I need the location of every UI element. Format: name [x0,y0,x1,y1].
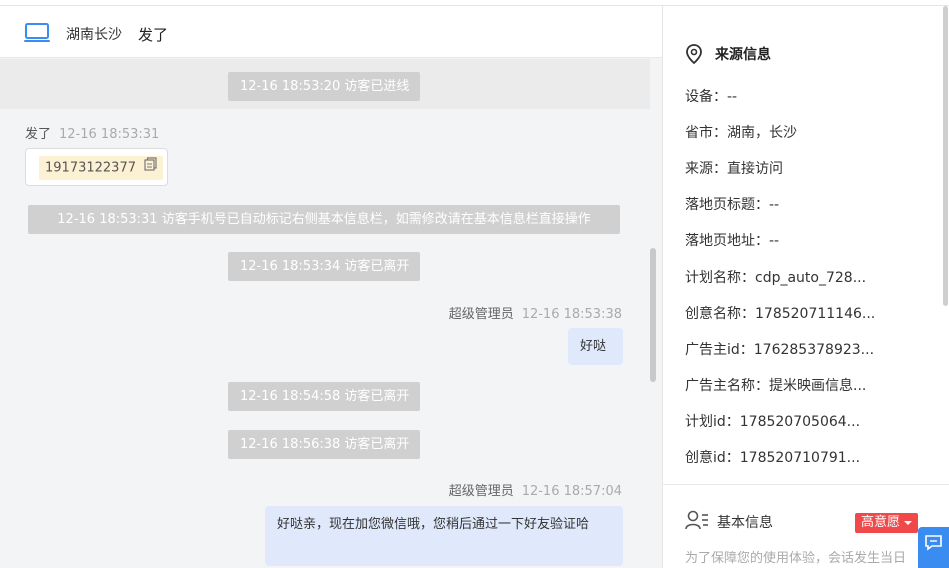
phone-number-chip[interactable]: 19173122377 [39,156,164,180]
basic-info-title: 基本信息 [717,515,773,531]
info-row-city: 省市：湖南，长沙 [685,125,797,141]
info-row-landing-url: 落地页地址：-- [685,233,780,249]
source-info-title: 来源信息 [715,47,771,63]
user-icon [685,510,709,534]
system-message: 12-16 18:53:20 访客已进线 [228,72,420,101]
agent-message-header: 超级管理员 12-16 18:57:04 [449,480,622,499]
info-row-plan-id: 计划id：178520705064... [685,414,861,430]
intent-level-dropdown[interactable]: 高意愿 [855,513,919,533]
info-scrollbar[interactable] [943,6,948,306]
info-row-plan-name: 计划名称：cdp_auto_728... [685,270,867,286]
message-time: 12-16 18:53:38 [521,307,622,322]
basic-info-header: 基本信息 [685,510,773,534]
phone-message-card: 19173122377 [25,148,168,186]
source-info-header: 来源信息 [685,44,771,65]
agent-sender-name: 超级管理员 [448,484,514,499]
visitor-location: 湖南长沙 [66,27,122,43]
info-row-advertiser-id: 广告主id：176285378923... [685,342,875,358]
message-time: 12-16 18:53:31 [59,127,160,142]
agent-message-bubble: 好哒亲，现在加您微信哦，您稍后通过一下好友验证哈 [265,506,623,566]
system-message: 12-16 18:54:58 访客已离开 [228,382,420,411]
laptop-icon [24,23,50,47]
info-row-creative-id: 创意id：178520710791... [685,450,861,466]
agent-message-header: 超级管理员 12-16 18:53:38 [449,303,622,322]
message-icon [925,535,942,555]
chat-float-button[interactable] [918,527,949,568]
info-row-source: 来源：直接访问 [685,161,783,177]
chat-panel: 湖南长沙 发了 12-16 18:53:20 访客已进线 发了 12-16 18:… [0,6,662,568]
message-time: 12-16 18:57:04 [521,484,622,499]
chat-scrollbar[interactable] [650,248,656,382]
visitor-message-header: 发了 12-16 18:53:31 [25,123,159,142]
visitor-name: 发了 [138,26,169,44]
info-row-advertiser-name: 广告主名称：提米映画信息... [685,378,867,394]
section-divider [663,484,949,485]
phone-number: 19173122377 [45,160,136,176]
app-root: 湖南长沙 发了 12-16 18:53:20 访客已进线 发了 12-16 18:… [0,0,949,568]
agent-sender-name: 超级管理员 [448,307,514,322]
privacy-note: 为了保障您的使用体验，会话发生当日 [685,551,907,566]
agent-message-bubble: 好哒 [568,328,623,365]
info-row-device: 设备：-- [685,89,738,105]
intent-level-label: 高意愿 [861,515,901,530]
copy-icon[interactable] [144,156,157,180]
info-panel: 来源信息 设备：-- 省市：湖南，长沙 来源：直接访问 落地页标题：-- 落地页… [662,6,949,568]
location-pin-icon [685,44,703,68]
info-row-landing-title: 落地页标题：-- [685,197,780,213]
chat-header: 湖南长沙 发了 [0,6,662,58]
system-message: 12-16 18:53:34 访客已离开 [228,252,420,281]
info-row-creative-name: 创意名称：178520711146... [685,306,876,322]
system-message: 12-16 18:53:31 访客手机号已自动标记右侧基本信息栏，如需修改请在基… [28,205,620,234]
caret-down-icon [904,515,913,530]
visitor-sender-name: 发了 [25,127,52,142]
system-message: 12-16 18:56:38 访客已离开 [228,430,420,459]
